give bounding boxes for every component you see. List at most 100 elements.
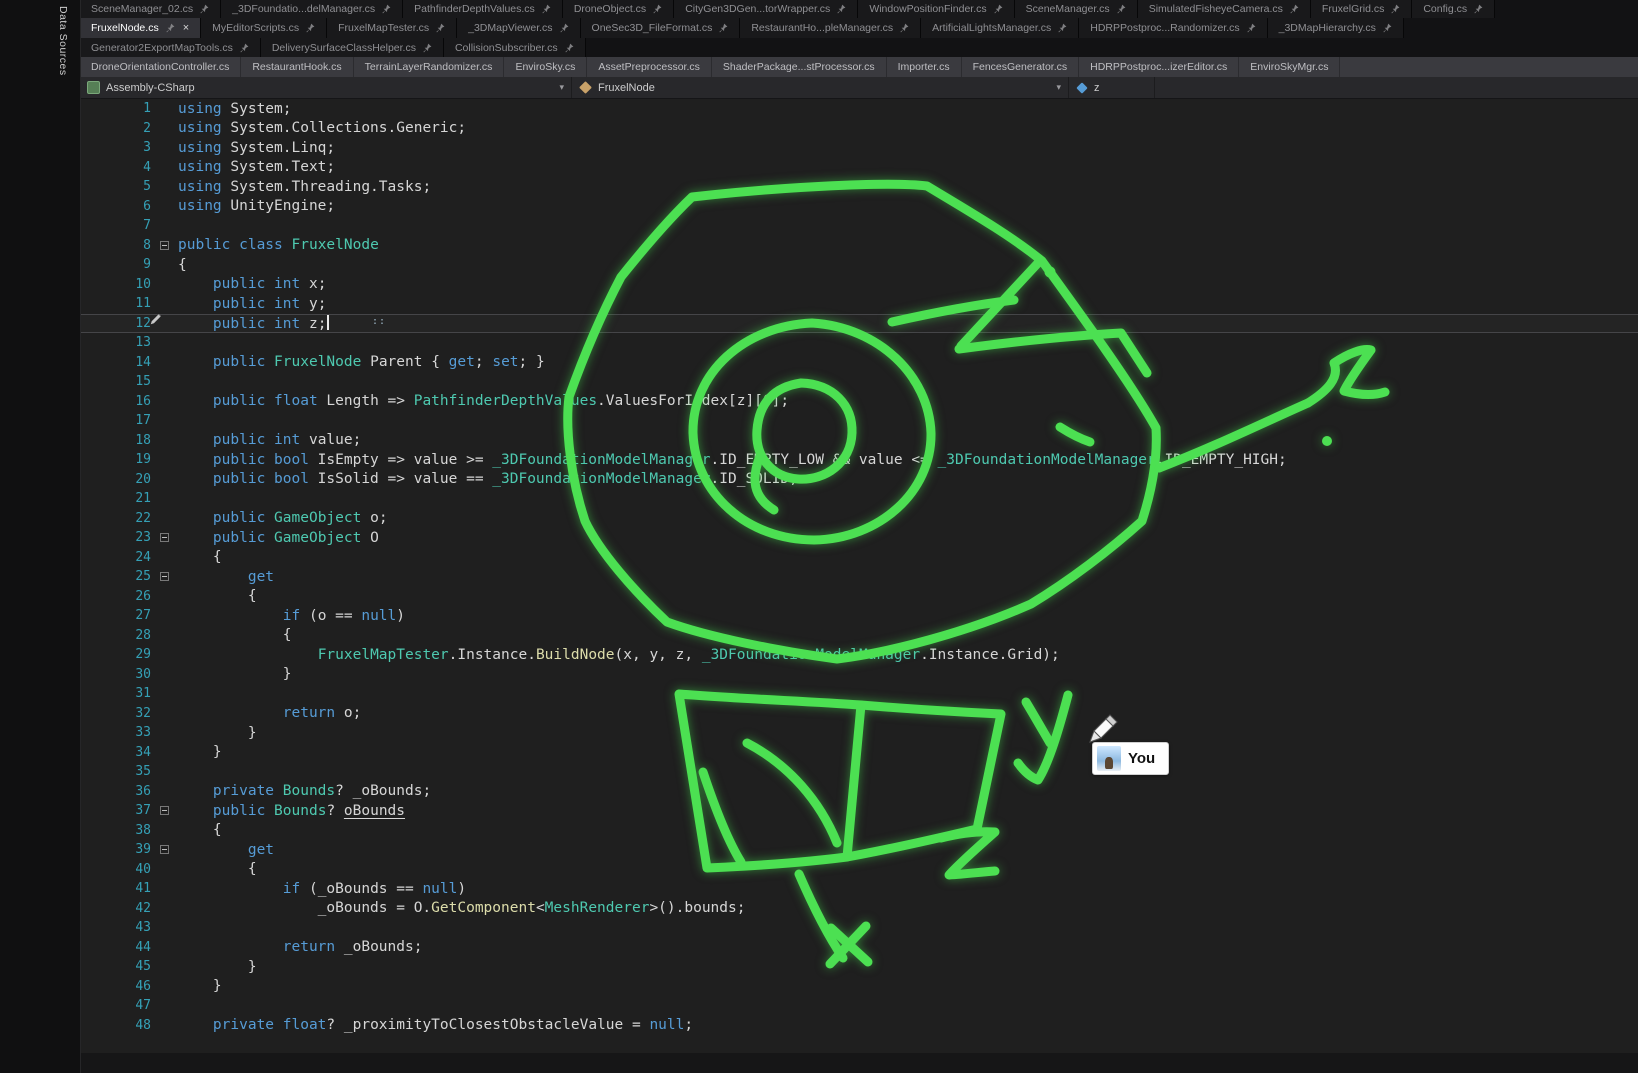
code-line-27[interactable]: 27 if (o == null) <box>80 606 1638 626</box>
code-line-15[interactable]: 15 <box>80 372 1638 392</box>
code-line-22[interactable]: 22 public GameObject o; <box>80 509 1638 529</box>
line-number: 44 <box>80 940 151 955</box>
code-line-25[interactable]: 25 get <box>80 567 1638 587</box>
line-number: 37 <box>80 803 151 818</box>
tab-scenemanager-02-cs[interactable]: SceneManager_02.cs <box>80 0 221 18</box>
code-line-29[interactable]: 29 FruxelMapTester.Instance.BuildNode(x,… <box>80 645 1638 665</box>
code-line-16[interactable]: 16 public float Length => PathfinderDept… <box>80 392 1638 412</box>
tab-config-cs[interactable]: Config.cs <box>1412 0 1495 18</box>
fold-collapse-icon[interactable] <box>160 533 169 542</box>
code-line-48[interactable]: 48 private float? _proximityToClosestObs… <box>80 1016 1638 1036</box>
code-line-24[interactable]: 24 { <box>80 548 1638 568</box>
code-editor[interactable]: 1using System;2using System.Collections.… <box>80 99 1638 1053</box>
tab-fruxelmaptester-cs[interactable]: FruxelMapTester.cs <box>327 18 457 38</box>
code-line-19[interactable]: 19 public bool IsEmpty => value >= _3DFo… <box>80 450 1638 470</box>
code-line-2[interactable]: 2using System.Collections.Generic; <box>80 119 1638 139</box>
code-line-28[interactable]: 28 { <box>80 626 1638 646</box>
code-line-8[interactable]: 8public class FruxelNode <box>80 236 1638 256</box>
tab--3dmapviewer-cs[interactable]: _3DMapViewer.cs <box>457 18 580 38</box>
tab-fruxelgrid-cs[interactable]: FruxelGrid.cs <box>1311 0 1412 18</box>
code-line-40[interactable]: 40 { <box>80 860 1638 880</box>
code-line-1[interactable]: 1using System; <box>80 99 1638 119</box>
code-line-18[interactable]: 18 public int value; <box>80 431 1638 451</box>
tab-deliverysurfaceclasshelper-cs[interactable]: DeliverySurfaceClassHelper.cs <box>261 38 444 57</box>
code-line-6[interactable]: 6using UnityEngine; <box>80 197 1638 217</box>
code-line-23[interactable]: 23 public GameObject O <box>80 528 1638 548</box>
code-line-13[interactable]: 13 <box>80 333 1638 353</box>
code-line-45[interactable]: 45 } <box>80 957 1638 977</box>
code-line-20[interactable]: 20 public bool IsSolid => value == _3DFo… <box>80 470 1638 490</box>
code-line-35[interactable]: 35 <box>80 762 1638 782</box>
code-line-5[interactable]: 5using System.Threading.Tasks; <box>80 177 1638 197</box>
pin-icon <box>837 4 846 14</box>
project-dropdown[interactable]: Assembly-CSharp ▾ <box>80 77 572 98</box>
tab-terrainlayerrandomizer-cs[interactable]: TerrainLayerRandomizer.cs <box>354 57 505 77</box>
member-dropdown[interactable]: z <box>1069 77 1155 98</box>
code-line-34[interactable]: 34 } <box>80 743 1638 763</box>
code-line-14[interactable]: 14 public FruxelNode Parent { get; set; … <box>80 353 1638 373</box>
type-dropdown[interactable]: FruxelNode ▾ <box>572 77 1069 98</box>
code-line-9[interactable]: 9{ <box>80 255 1638 275</box>
code-line-26[interactable]: 26 { <box>80 587 1638 607</box>
tab-hdrppostproc-randomizer-cs[interactable]: HDRPPostproc...Randomizer.cs <box>1079 18 1267 38</box>
tab-close-icon[interactable]: × <box>183 23 189 34</box>
tab-pathfinderdepthvalues-cs[interactable]: PathfinderDepthValues.cs <box>403 0 563 18</box>
code-line-4[interactable]: 4using System.Text; <box>80 158 1638 178</box>
code-line-7[interactable]: 7 <box>80 216 1638 236</box>
tab-enviroskymgr-cs[interactable]: EnviroSkyMgr.cs <box>1239 57 1340 77</box>
tab-droneorientationcontroller-cs[interactable]: DroneOrientationController.cs <box>80 57 241 77</box>
tab-onesec3d-fileformat-cs[interactable]: OneSec3D_FileFormat.cs <box>581 18 741 38</box>
code-line-33[interactable]: 33 } <box>80 723 1638 743</box>
tab--3dmaphierarchy-cs[interactable]: _3DMapHierarchy.cs <box>1268 18 1404 38</box>
fold-collapse-icon[interactable] <box>160 845 169 854</box>
code-line-3[interactable]: 3using System.Linq; <box>80 138 1638 158</box>
tab-fruxelnode-cs[interactable]: FruxelNode.cs× <box>80 18 201 38</box>
tab--3dfoundatio-delmanager-cs[interactable]: _3DFoundatio...delManager.cs <box>221 0 403 18</box>
code-line-31[interactable]: 31 <box>80 684 1638 704</box>
tab-restauranthook-cs[interactable]: RestaurantHook.cs <box>241 57 353 77</box>
tab-restaurantho-plemanager-cs[interactable]: RestaurantHo...pleManager.cs <box>740 18 921 38</box>
tab-importer-cs[interactable]: Importer.cs <box>887 57 962 77</box>
code-line-37[interactable]: 37 public Bounds? oBounds <box>80 801 1638 821</box>
pin-icon <box>423 43 432 53</box>
code-line-12[interactable]: 12 public int z; <box>80 314 1638 334</box>
code-line-36[interactable]: 36 private Bounds? _oBounds; <box>80 782 1638 802</box>
code-line-30[interactable]: 30 } <box>80 665 1638 685</box>
tab-myeditorscripts-cs[interactable]: MyEditorScripts.cs <box>201 18 327 38</box>
fold-collapse-icon[interactable] <box>160 572 169 581</box>
tab-scenemanager-cs[interactable]: SceneManager.cs <box>1015 0 1138 18</box>
code-line-11[interactable]: 11 public int y; <box>80 294 1638 314</box>
code-line-44[interactable]: 44 return _oBounds; <box>80 938 1638 958</box>
tab-strip: SceneManager_02.cs_3DFoundatio...delMana… <box>80 0 1638 77</box>
line-number: 36 <box>80 784 151 799</box>
tab-artificiallightsmanager-cs[interactable]: ArtificialLightsManager.cs <box>921 18 1079 38</box>
tab-simulatedfisheyecamera-cs[interactable]: SimulatedFisheyeCamera.cs <box>1138 0 1311 18</box>
code-line-46[interactable]: 46 } <box>80 977 1638 997</box>
code-line-21[interactable]: 21 <box>80 489 1638 509</box>
code-line-41[interactable]: 41 if (_oBounds == null) <box>80 879 1638 899</box>
tab-envirosky-cs[interactable]: EnviroSky.cs <box>504 57 587 77</box>
code-line-17[interactable]: 17 <box>80 411 1638 431</box>
fold-collapse-icon[interactable] <box>160 806 169 815</box>
line-number: 4 <box>80 160 151 175</box>
tab-droneobject-cs[interactable]: DroneObject.cs <box>563 0 674 18</box>
code-line-39[interactable]: 39 get <box>80 840 1638 860</box>
tab-shaderpackage-stprocessor-cs[interactable]: ShaderPackage...stProcessor.cs <box>712 57 887 77</box>
code-line-38[interactable]: 38 { <box>80 821 1638 841</box>
code-text: using System.Linq; <box>178 140 335 156</box>
data-sources-tab[interactable]: Data Sources <box>57 6 69 76</box>
tab-generator2exportmaptools-cs[interactable]: Generator2ExportMapTools.cs <box>80 38 261 57</box>
code-line-43[interactable]: 43 <box>80 918 1638 938</box>
tab-hdrppostproc-izereditor-cs[interactable]: HDRPPostproc...izerEditor.cs <box>1079 57 1239 77</box>
tab-windowpositionfinder-cs[interactable]: WindowPositionFinder.cs <box>858 0 1014 18</box>
tab-collisionsubscriber-cs[interactable]: CollisionSubscriber.cs <box>444 38 586 57</box>
tab-fencesgenerator-cs[interactable]: FencesGenerator.cs <box>962 57 1080 77</box>
tab-citygen3dgen-torwrapper-cs[interactable]: CityGen3DGen...torWrapper.cs <box>674 0 858 18</box>
code-line-47[interactable]: 47 <box>80 996 1638 1016</box>
code-line-10[interactable]: 10 public int x; <box>80 275 1638 295</box>
code-line-42[interactable]: 42 _oBounds = O.GetComponent<MeshRendere… <box>80 899 1638 919</box>
code-line-32[interactable]: 32 return o; <box>80 704 1638 724</box>
fold-collapse-icon[interactable] <box>160 241 169 250</box>
tab-assetpreprocessor-cs[interactable]: AssetPreprocessor.cs <box>587 57 712 77</box>
pin-icon <box>1247 23 1256 33</box>
